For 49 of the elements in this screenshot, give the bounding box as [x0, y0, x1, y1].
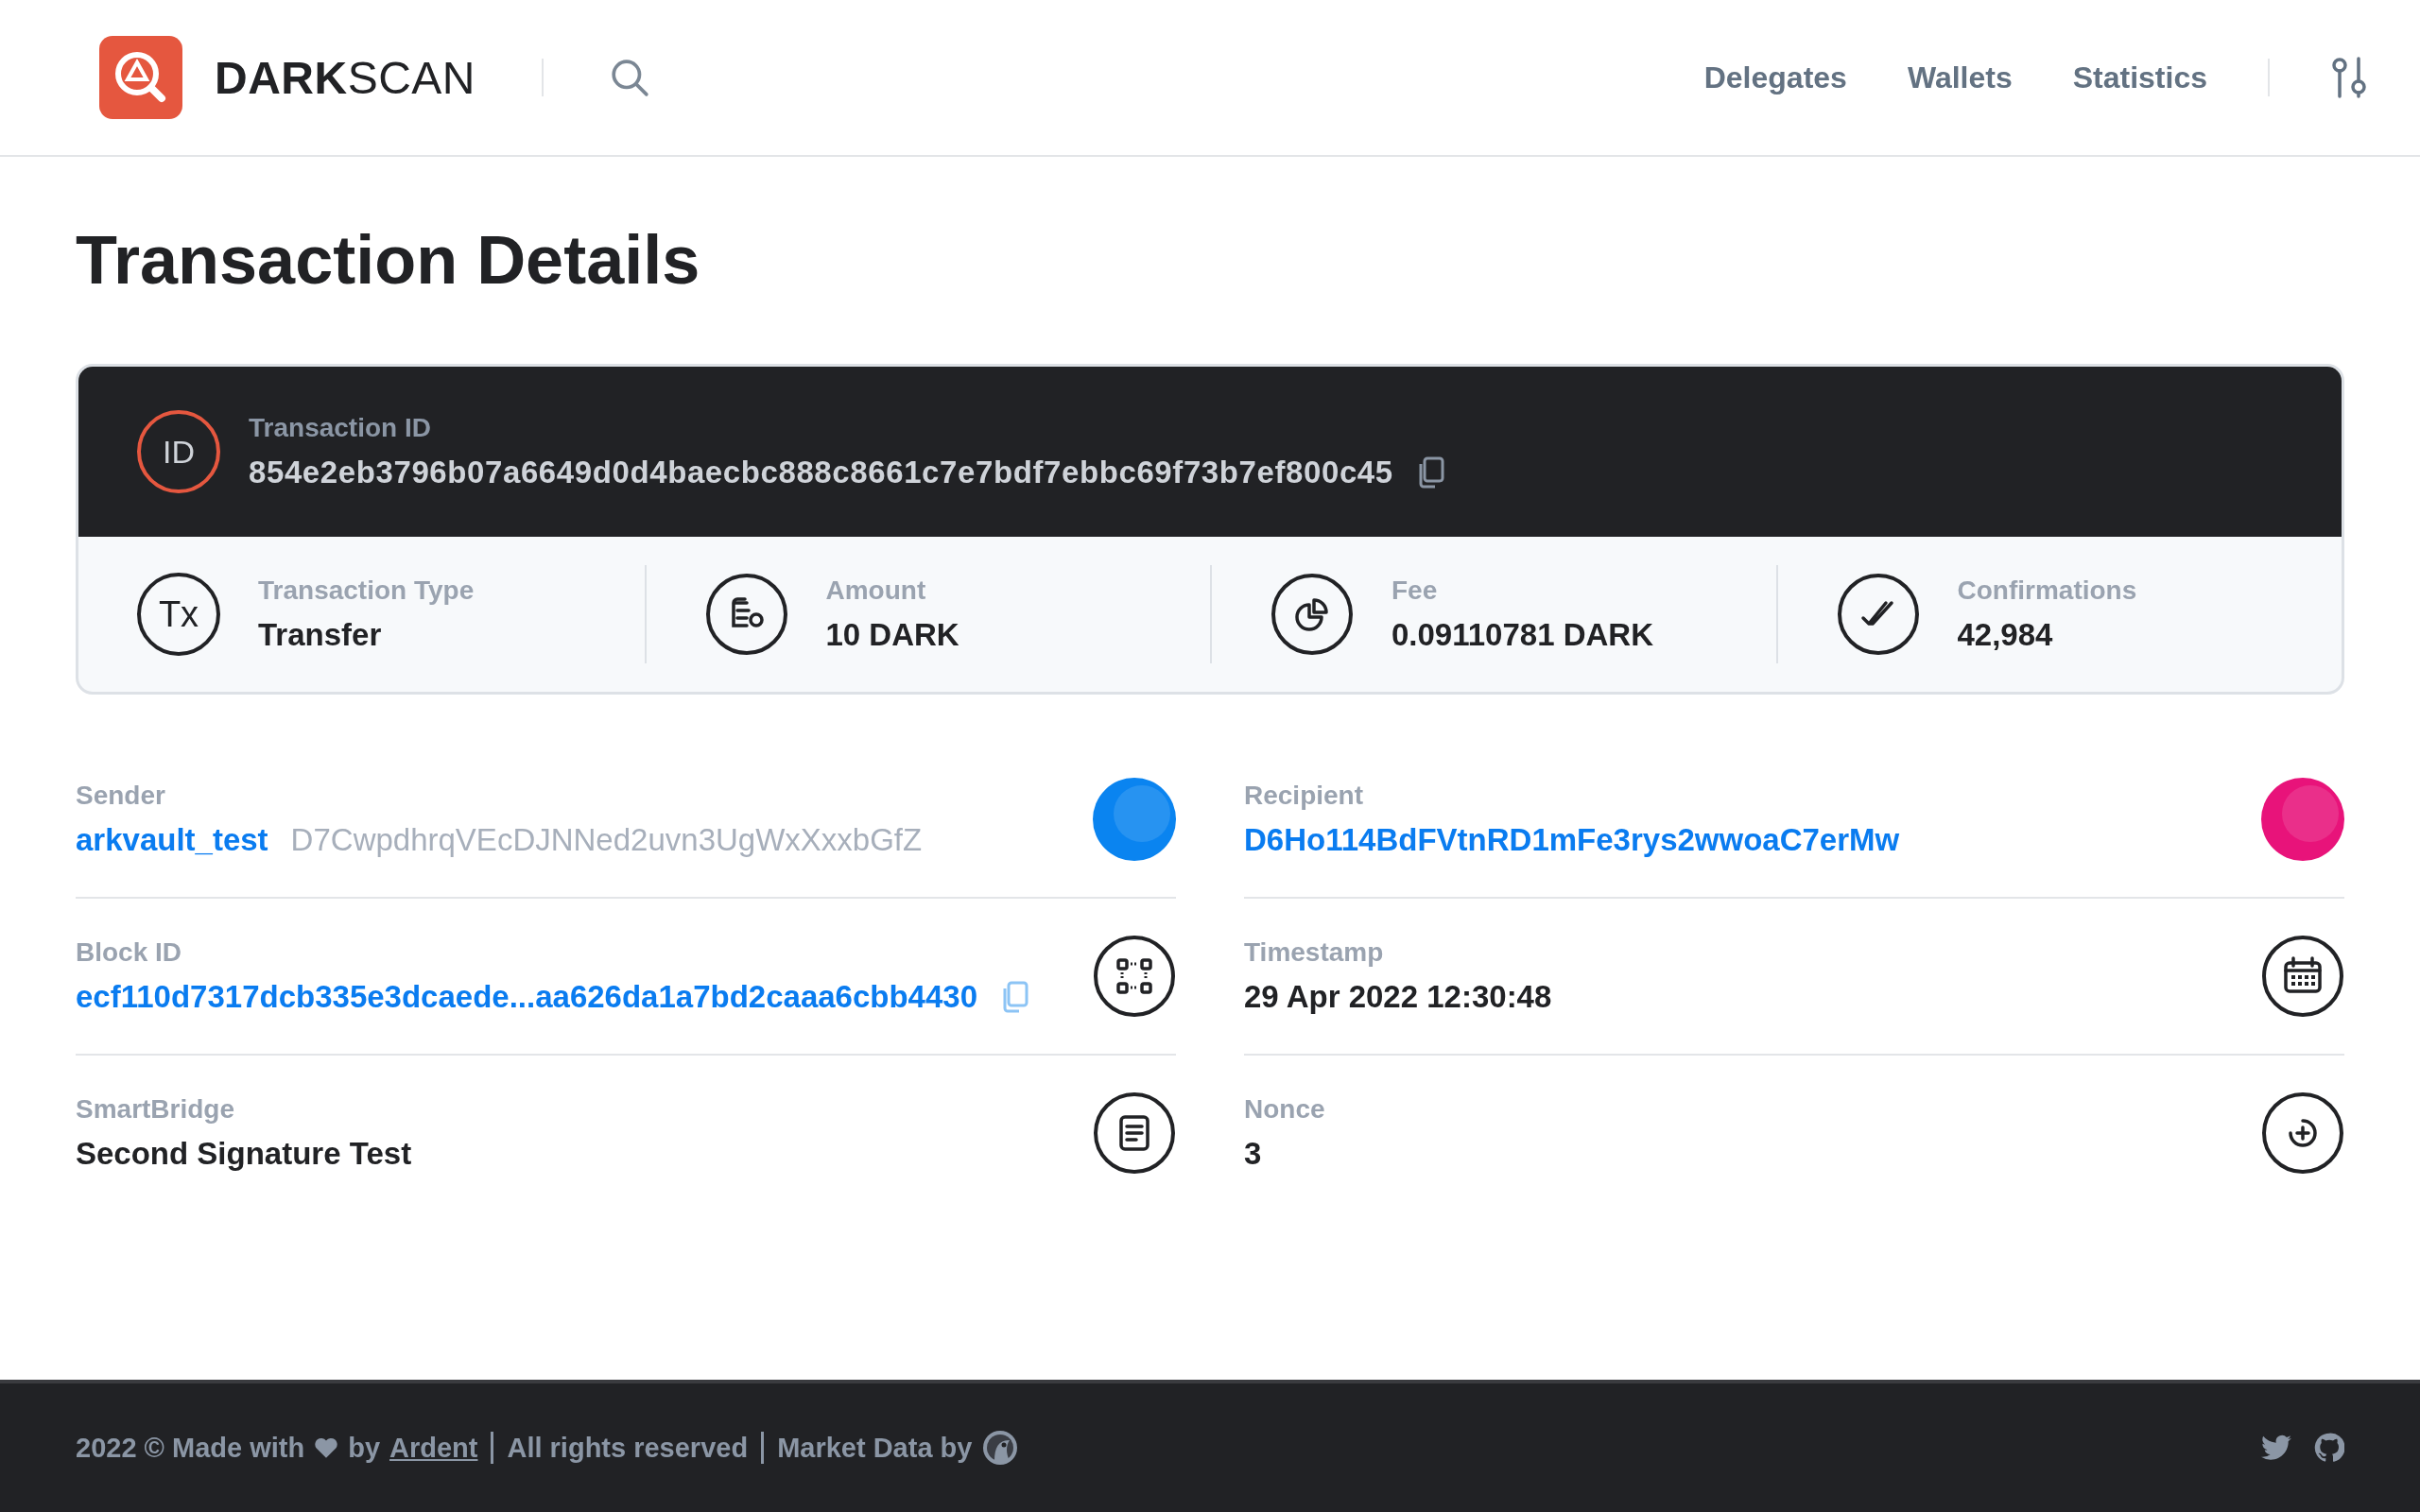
field-label: Timestamp [1244, 937, 1385, 969]
field-label: Confirmations [1957, 576, 2137, 607]
footer-text: by [348, 1432, 380, 1464]
nav-link[interactable]: Delegates [1703, 60, 1847, 95]
search-icon[interactable] [610, 58, 649, 97]
nav-link[interactable]: Statistics [2072, 60, 2207, 95]
footer-text: 2022 © Made with [76, 1432, 305, 1464]
field-value: Second Signature Test [76, 1136, 412, 1173]
document-icon [1093, 1091, 1176, 1176]
plus-circle-icon [2261, 1091, 2344, 1176]
gecko-logo-icon[interactable] [981, 1429, 1020, 1467]
author-link[interactable]: Ardent [389, 1432, 478, 1464]
field-value: 29 Apr 2022 12:30:48 [1244, 979, 1552, 1016]
address-link[interactable]: ecf110d7317dcb335e3dcaede...aa626da1a7bd2caaa6cbb4430 [76, 979, 978, 1016]
field-label: Block ID [76, 937, 183, 969]
bird-icon[interactable] [2261, 1435, 2291, 1461]
settings-icon[interactable] [2330, 57, 2368, 98]
double-check-icon [1836, 573, 1920, 657]
field-label: Recipient [1244, 781, 1365, 812]
coins-icon [704, 573, 788, 657]
field-label: Sender [76, 781, 166, 812]
field-label: Transaction ID [249, 413, 432, 444]
heart-icon [314, 1436, 339, 1459]
field-value: 42,984 [1957, 617, 2054, 654]
calendar-icon [2261, 935, 2344, 1019]
nav-link[interactable]: Wallets [1907, 60, 2013, 95]
field-value: 10 DARK [825, 617, 959, 654]
field-label: Fee [1392, 576, 1439, 607]
field-value: 0.09110781 DARK [1392, 617, 1654, 654]
block-icon [1093, 935, 1176, 1019]
id-badge: ID [137, 410, 220, 494]
transaction-id: 854e2eb3796b07a6649d0d4baecbc888c8661c7e7bdf7ebbc69f73b7ef800c45 [249, 455, 1393, 491]
brand-name[interactable]: DARKSCAN [215, 51, 475, 104]
wallet-address: D7CwpdhrqVEcDJNNed2uvn3UgWxXxxbGfZ [290, 822, 923, 859]
field-label: Nonce [1244, 1094, 1326, 1125]
field-value: 3 [1244, 1136, 1262, 1173]
field-label: SmartBridge [76, 1094, 236, 1125]
field-label: Amount [825, 576, 927, 607]
page-title: Transaction Details [76, 223, 701, 299]
magnifier-logo-icon[interactable] [99, 36, 182, 119]
footer-text: Market Data by [777, 1432, 973, 1464]
tx-badge: Tx [137, 573, 220, 657]
field-value: Transfer [258, 617, 383, 654]
octocat-icon[interactable] [2314, 1433, 2344, 1463]
footer-text: All rights reserved [507, 1432, 749, 1464]
wallet-name-link[interactable]: arkvault_test [76, 822, 268, 859]
address-link[interactable]: D6Ho114BdFVtnRD1mFe3rys2wwoaC7erMw [1244, 822, 1900, 859]
field-label: Transaction Type [258, 576, 475, 607]
pie-chart-icon [1270, 573, 1354, 657]
